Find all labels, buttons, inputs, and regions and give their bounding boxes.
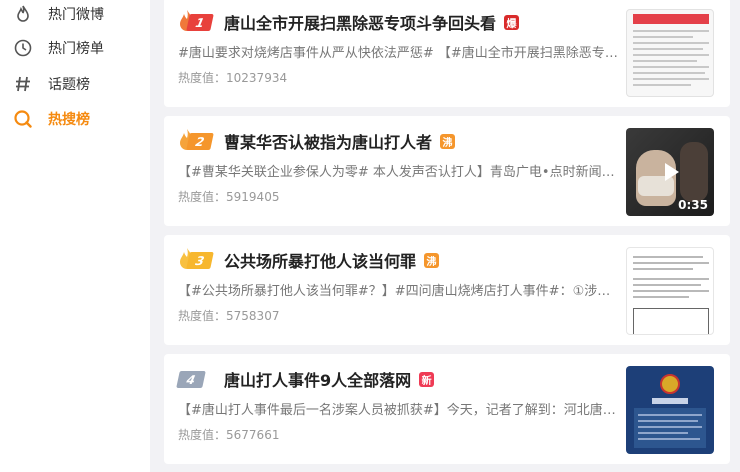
video-duration: 0:35	[678, 198, 708, 212]
rank-badge: 3	[178, 248, 214, 270]
sidebar-item-label: 热门微博	[48, 7, 104, 23]
item-title[interactable]: 公共场所暴打他人该当何罪	[224, 248, 416, 272]
heat-value: 热度值：5677661	[178, 428, 280, 442]
newspaper-thumbnail[interactable]	[626, 9, 714, 97]
sidebar-item-topics[interactable]: 话题榜	[12, 72, 142, 96]
hot-search-list: 1 唐山全市开展扫黑除恶专项斗争回头看 爆 #唐山要求对烧烤店事件从严从快依法严…	[164, 0, 736, 472]
sidebar-item-hot-search[interactable]: 热搜榜	[12, 107, 142, 131]
clock-icon	[12, 37, 34, 59]
item-title[interactable]: 唐山全市开展扫黑除恶专项斗争回头看	[224, 10, 496, 34]
hot-badge: 沸	[424, 252, 440, 268]
rank-number: 3	[186, 252, 214, 269]
hot-search-item-2[interactable]: 2 曹某华否认被指为唐山打人者 沸 【#曹某华关联企业参保人为零# 本人发声否认…	[164, 116, 730, 226]
sidebar-item-hot-weibo[interactable]: 热门微博	[12, 2, 142, 26]
sidebar-item-label: 热门榜单	[48, 41, 104, 57]
sidebar: 热门微博 热门榜单 话题榜 热搜榜	[0, 0, 150, 472]
item-title[interactable]: 唐山打人事件9人全部落网	[224, 367, 411, 391]
notice-thumbnail[interactable]	[626, 247, 714, 335]
flame-icon	[12, 3, 34, 25]
item-summary[interactable]: #唐山要求对烧烤店事件从严从快依法严惩# 【#唐山全市开展扫黑除恶专项斗...	[178, 42, 618, 61]
rank-number: 4	[176, 371, 206, 388]
item-summary[interactable]: 【#曹某华关联企业参保人为零# 本人发声否认打人】青岛广电•点时新闻出品...	[178, 161, 618, 180]
heat-value: 热度值：5919405	[178, 190, 280, 204]
item-title[interactable]: 曹某华否认被指为唐山打人者	[224, 129, 432, 153]
heat-value: 热度值：10237934	[178, 71, 288, 85]
item-summary[interactable]: 【#唐山打人事件最后一名涉案人员被抓获#】今天，记者了解到：河北唐山...	[178, 399, 618, 418]
rank-number: 1	[186, 14, 214, 31]
rank-badge: 2	[178, 129, 214, 151]
hot-search-item-4[interactable]: 4 唐山打人事件9人全部落网 新 【#唐山打人事件最后一名涉案人员被抓获#】今天…	[164, 354, 730, 464]
rank-badge: 1	[178, 10, 214, 32]
play-icon[interactable]	[664, 162, 680, 182]
sidebar-item-label: 热搜榜	[48, 112, 90, 128]
hot-badge: 沸	[440, 133, 456, 149]
item-summary[interactable]: 【#公共场所暴打他人该当何罪#？】#四问唐山烧烤店打人事件#：①涉嫌哪...	[178, 280, 618, 299]
hot-search-item-3[interactable]: 3 公共场所暴打他人该当何罪 沸 【#公共场所暴打他人该当何罪#？】#四问唐山烧…	[164, 235, 730, 345]
hashtag-icon	[12, 73, 34, 95]
rank-badge: 4	[176, 369, 214, 389]
sidebar-item-hot-lists[interactable]: 热门榜单	[12, 36, 142, 60]
video-thumbnail[interactable]: 0:35	[626, 128, 714, 216]
item-title-row: 1 唐山全市开展扫黑除恶专项斗争回头看 爆	[178, 10, 520, 34]
item-title-row: 4 唐山打人事件9人全部落网 新	[176, 367, 435, 391]
rank-number: 2	[186, 133, 214, 150]
sidebar-item-label: 话题榜	[48, 77, 90, 93]
item-title-row: 2 曹某华否认被指为唐山打人者 沸	[178, 129, 456, 153]
heat-value: 热度值：5758307	[178, 309, 280, 323]
hot-search-item-1[interactable]: 1 唐山全市开展扫黑除恶专项斗争回头看 爆 #唐山要求对烧烤店事件从严从快依法严…	[164, 0, 730, 107]
search-icon	[12, 108, 34, 130]
item-title-row: 3 公共场所暴打他人该当何罪 沸	[178, 248, 440, 272]
police-emblem-icon	[660, 374, 680, 394]
police-notice-thumbnail[interactable]	[626, 366, 714, 454]
hot-badge: 新	[419, 371, 435, 387]
hot-badge: 爆	[504, 14, 520, 30]
